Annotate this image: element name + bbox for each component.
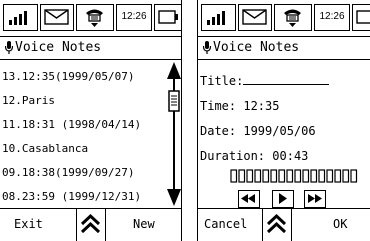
time-value: 12:35 — [243, 99, 280, 113]
level-meter-segment — [262, 169, 270, 183]
menu-toggle-button[interactable] — [262, 209, 292, 241]
menu-toggle-button[interactable] — [76, 209, 106, 241]
exit-button[interactable]: Exit — [14, 216, 43, 232]
app-title: Voice Notes — [213, 40, 300, 55]
app-title-bar: Voice Notes — [0, 36, 181, 60]
bottom-bar: Exit New — [0, 208, 181, 241]
bottom-bar: Cancel OK — [198, 208, 370, 241]
level-meter-segment — [246, 169, 254, 183]
level-meter-segment — [342, 169, 350, 183]
time-row: Time: 12:35 — [200, 98, 279, 114]
microphone-icon — [202, 41, 212, 54]
double-chevron-up-icon — [266, 213, 287, 234]
status-bar: 12:26 — [198, 0, 370, 35]
rewind-button[interactable] — [238, 190, 260, 208]
microphone-icon — [4, 41, 14, 54]
status-time: 12:26 — [314, 4, 350, 31]
voice-notes-list-screen: 12:26 Voice Notes 13.12:35(1999/05/07) 1… — [0, 0, 182, 241]
new-button[interactable]: New — [133, 216, 155, 232]
duration-row: Duration: 00:43 — [200, 148, 308, 164]
date-row: Date: 1999/05/06 — [200, 123, 316, 139]
phone-icon[interactable] — [76, 4, 114, 31]
mail-icon[interactable] — [40, 4, 74, 31]
scroll-up-arrow-icon[interactable] — [167, 62, 181, 79]
screen-gap — [182, 0, 197, 241]
phone-icon[interactable] — [274, 4, 312, 31]
play-button[interactable] — [272, 190, 294, 208]
title-label: Title: — [200, 74, 244, 88]
rewind-icon — [241, 194, 255, 203]
list-item[interactable]: 13.12:35(1999/05/07) — [2, 70, 134, 83]
list-item[interactable]: 08.23:59 (1999/12/31) — [2, 190, 141, 203]
list-item[interactable]: 09.18:38(1999/09/27) — [2, 166, 134, 179]
cancel-button[interactable]: Cancel — [204, 216, 247, 232]
signal-icon — [3, 4, 38, 31]
battery-icon — [352, 4, 370, 31]
scroll-down-arrow-icon[interactable] — [167, 189, 181, 206]
list-item[interactable]: 12.Paris — [2, 94, 55, 107]
title-input[interactable] — [243, 73, 330, 85]
level-meter-segment — [294, 169, 302, 183]
fast-forward-button[interactable] — [304, 190, 326, 208]
level-meter-segment — [310, 169, 318, 183]
app-title: Voice Notes — [15, 40, 102, 55]
level-meter-segment — [302, 169, 310, 183]
time-label: Time: — [200, 99, 237, 113]
play-icon — [279, 193, 287, 204]
title-row: Title: — [200, 73, 330, 89]
level-meter-segment — [350, 169, 358, 183]
level-meter-segment — [230, 169, 238, 183]
duration-value: 00:43 — [272, 149, 309, 163]
level-meter-segment — [278, 169, 286, 183]
fast-forward-icon — [308, 194, 322, 203]
voice-note-detail-screen: 12:26 Voice Notes Title: Time: 12:35 Dat… — [197, 0, 370, 241]
level-meter-segment — [318, 169, 326, 183]
status-bar: 12:26 — [0, 0, 181, 35]
duration-label: Duration: — [200, 149, 266, 163]
level-meter-segment — [326, 169, 334, 183]
level-meter-segment — [238, 169, 246, 183]
level-meter-segment — [270, 169, 278, 183]
app-title-bar: Voice Notes — [198, 36, 370, 60]
ok-button[interactable]: OK — [333, 216, 347, 232]
level-meter-segment — [254, 169, 262, 183]
scrollbar[interactable] — [166, 60, 181, 208]
list-item[interactable]: 11.18:31 (1998/04/14) — [2, 118, 141, 131]
battery-icon — [154, 4, 181, 31]
status-time: 12:26 — [116, 4, 152, 31]
level-meter-segment — [286, 169, 294, 183]
level-meter-segment — [334, 169, 342, 183]
notes-list: 13.12:35(1999/05/07) 12.Paris 11.18:31 (… — [0, 60, 166, 208]
signal-icon — [201, 4, 236, 31]
playback-level-meter — [230, 169, 358, 183]
date-label: Date: — [200, 124, 237, 138]
mail-icon[interactable] — [238, 4, 272, 31]
double-chevron-up-icon — [80, 213, 101, 234]
date-value: 1999/05/06 — [243, 124, 316, 138]
scroll-thumb[interactable] — [168, 90, 180, 112]
list-item[interactable]: 10.Casablanca — [2, 142, 88, 155]
